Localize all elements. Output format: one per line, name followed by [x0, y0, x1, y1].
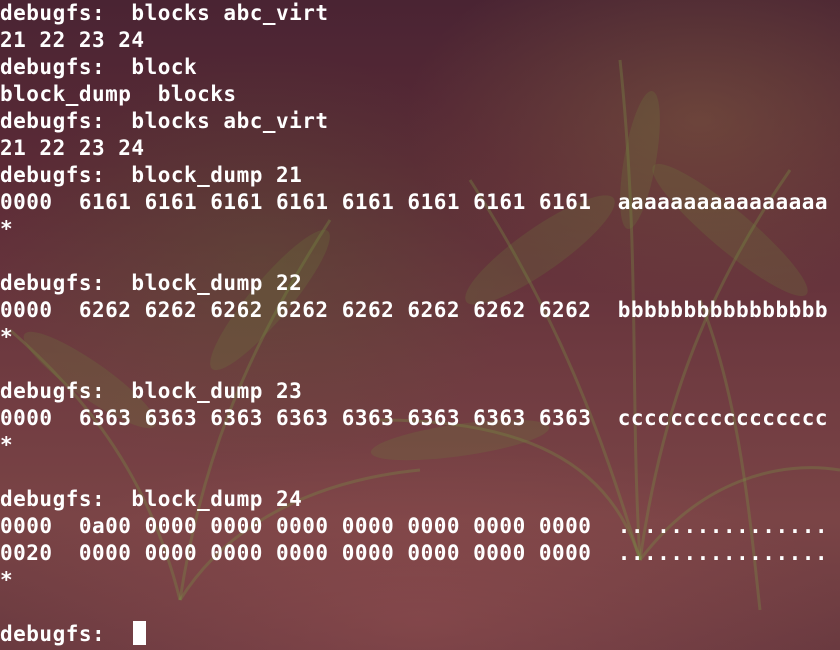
output-line: debugfs: block_dump 23 — [0, 379, 303, 403]
text-cursor[interactable] — [133, 621, 147, 645]
prompt-line[interactable]: debugfs: — [0, 621, 828, 648]
output-line: * — [0, 568, 14, 592]
output-line: 0000 6363 6363 6363 6363 6363 6363 6363 … — [0, 406, 829, 430]
terminal-window[interactable]: debugfs: blocks abc_virt 21 22 23 24 deb… — [0, 0, 840, 650]
prompt-text: debugfs: — [0, 622, 132, 646]
output-line: 21 22 23 24 — [0, 136, 145, 160]
terminal-output: debugfs: blocks abc_virt 21 22 23 24 deb… — [0, 0, 828, 648]
output-line: * — [0, 433, 14, 457]
output-line: debugfs: block_dump 22 — [0, 271, 303, 295]
output-line: debugfs: block_dump 21 — [0, 163, 303, 187]
output-line: debugfs: block_dump 24 — [0, 487, 303, 511]
output-line: 0000 0a00 0000 0000 0000 0000 0000 0000 … — [0, 514, 829, 538]
output-line: block_dump blocks — [0, 82, 237, 106]
output-line: 0000 6262 6262 6262 6262 6262 6262 6262 … — [0, 298, 829, 322]
output-line: 21 22 23 24 — [0, 28, 145, 52]
output-line: debugfs: blocks abc_virt — [0, 1, 329, 25]
output-line: * — [0, 325, 14, 349]
output-line: 0000 6161 6161 6161 6161 6161 6161 6161 … — [0, 190, 829, 214]
output-line: debugfs: block — [0, 55, 198, 79]
output-line: * — [0, 217, 14, 241]
output-line: debugfs: blocks abc_virt — [0, 109, 329, 133]
output-line: 0020 0000 0000 0000 0000 0000 0000 0000 … — [0, 541, 829, 565]
